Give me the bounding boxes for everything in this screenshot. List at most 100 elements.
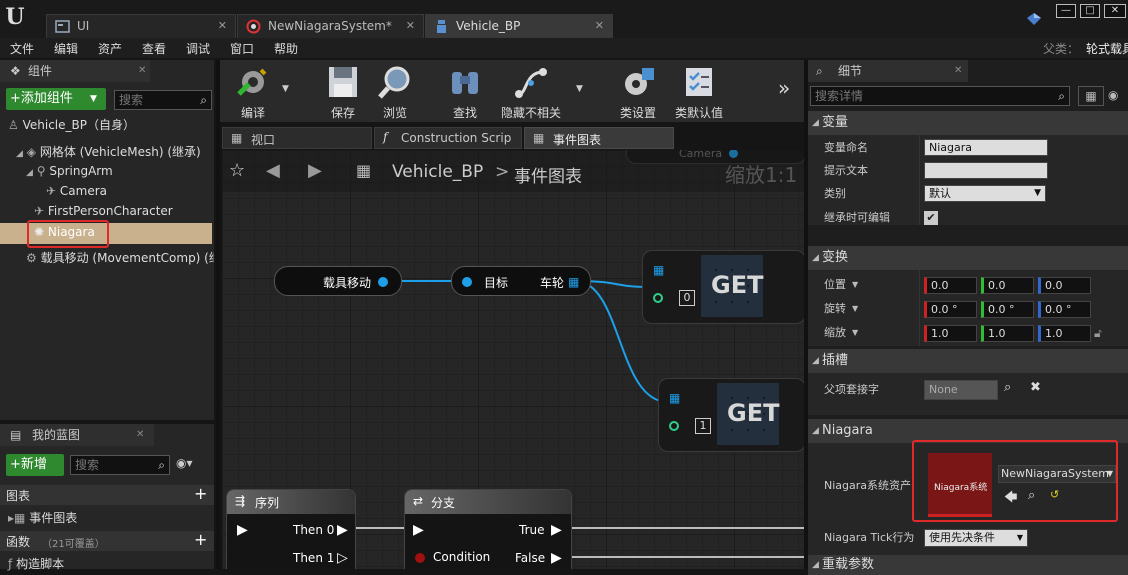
vehicle-movement-node[interactable]: 载具移动 — [274, 266, 402, 296]
scale-z-input[interactable]: 1.0 — [1038, 325, 1091, 342]
minimize-button[interactable]: — — [1056, 4, 1076, 18]
parent-socket-input[interactable]: None — [924, 380, 998, 400]
close-window-button[interactable]: ✕ — [1104, 4, 1126, 18]
get-node-0[interactable]: GET ▦ 0 — [642, 250, 806, 324]
breadcrumb-blueprint[interactable]: Vehicle_BP — [392, 162, 483, 182]
index-pin[interactable] — [653, 293, 663, 303]
self-item[interactable]: ♙ Vehicle_BP（自身） — [8, 115, 208, 135]
category-dropdown[interactable]: 默认 ▼ — [924, 185, 1046, 202]
hide-unrelated-button[interactable]: 隐藏不相关 — [496, 64, 566, 121]
details-search-input[interactable]: 搜索详情 ⌕ — [810, 86, 1070, 106]
class-defaults-button[interactable]: 类默认值 — [672, 64, 726, 121]
exec-in-pin[interactable]: ▶ — [413, 522, 424, 538]
class-settings-button[interactable]: 类设置 — [612, 64, 664, 121]
array-input-pin-icon[interactable]: ▦ — [653, 263, 664, 277]
close-icon[interactable]: ✕ — [954, 60, 962, 82]
right-splitter[interactable] — [804, 60, 808, 569]
index-input-0[interactable]: 0 — [679, 290, 695, 306]
close-icon[interactable]: ✕ — [218, 15, 227, 37]
wheels-getter-node[interactable]: 目标 车轮 ▦ — [451, 266, 591, 296]
transform-section[interactable]: ◢ 变换 — [808, 246, 1128, 270]
star-icon[interactable]: ☆ — [229, 160, 245, 181]
index-pin[interactable] — [669, 421, 679, 431]
rotation-y-input[interactable]: 0.0 ° — [981, 301, 1034, 318]
rotation-z-input[interactable]: 0.0 ° — [1038, 301, 1091, 318]
scale-x-input[interactable]: 1.0 — [924, 325, 977, 342]
tree-item-firstperson[interactable]: ✈ FirstPersonCharacter — [34, 201, 212, 221]
functions-section[interactable]: 函数 （21可覆盖） + — [0, 530, 214, 551]
forward-arrow-icon[interactable]: ▶ — [308, 160, 322, 181]
compile-options-chevron-icon[interactable]: ▼ — [282, 84, 289, 94]
scale-label[interactable]: 缩放 — [824, 321, 846, 344]
rotation-x-input[interactable]: 0.0 ° — [924, 301, 977, 318]
left-splitter[interactable] — [216, 60, 220, 569]
tab-vehicle-bp[interactable]: Vehicle_BP ✕ — [425, 14, 613, 38]
hide-unrelated-chevron-icon[interactable]: ▼ — [576, 84, 583, 94]
toolbar-overflow-chevron-icon[interactable]: » — [778, 76, 790, 100]
event-graph-item[interactable]: ▸▦ 事件图表 — [8, 508, 208, 528]
get-node-1[interactable]: GET ▦ 1 — [658, 378, 806, 452]
save-button[interactable]: 保存 — [320, 64, 366, 121]
tree-item-vehicle-mesh[interactable]: ◢ ◈ 网格体 (VehicleMesh) (继承) — [16, 142, 216, 162]
menu-edit[interactable]: 编辑 — [54, 40, 78, 57]
tooltip-input[interactable] — [924, 162, 1048, 179]
compile-button[interactable]: 编译 — [228, 64, 278, 121]
location-z-input[interactable]: 0.0 — [1038, 277, 1091, 294]
then0-pin[interactable]: ▶ — [337, 522, 348, 538]
menu-file[interactable]: 文件 — [10, 40, 34, 57]
construct-script-item[interactable]: ƒ 构造脚本 — [8, 554, 208, 574]
override-params-section[interactable]: ◢ 重载参数 — [808, 555, 1128, 575]
menu-help[interactable]: 帮助 — [274, 40, 298, 57]
var-name-input[interactable]: Niagara — [924, 139, 1048, 156]
graphs-section[interactable]: 图表 + — [0, 484, 214, 505]
source-control-icon[interactable] — [1026, 12, 1042, 26]
tab-ui[interactable]: UI ✕ — [46, 14, 236, 38]
close-icon[interactable]: ✕ — [595, 15, 604, 37]
tree-item-springarm[interactable]: ◢ ⚲ SpringArm — [26, 161, 206, 181]
breadcrumb-graph[interactable]: 事件图表 — [514, 162, 582, 187]
location-label[interactable]: 位置 — [824, 273, 846, 296]
back-arrow-icon[interactable]: ◀ — [266, 160, 280, 181]
branch-node[interactable]: ⇄ 分支 ▶ True ▶ Condition False ▶ — [404, 489, 572, 569]
components-search-input[interactable]: 搜索 ⌕ — [114, 90, 212, 110]
clear-icon[interactable]: ✖ — [1030, 380, 1041, 395]
condition-pin[interactable] — [415, 553, 425, 563]
location-y-input[interactable]: 0.0 — [981, 277, 1034, 294]
menu-view[interactable]: 查看 — [142, 40, 166, 57]
menu-debug[interactable]: 调试 — [186, 40, 210, 57]
find-button[interactable]: 查找 — [442, 64, 488, 121]
parent-class-value[interactable]: 轮式载具 — [1086, 40, 1128, 57]
niagara-tick-dropdown[interactable]: 使用先决条件 ▼ — [924, 529, 1028, 547]
add-graph-icon[interactable]: + — [194, 484, 207, 503]
event-graph-canvas[interactable]: Camera ☆ ◀ ▶ ▦ Vehicle_BP > 事件图表 缩放1:1 载… — [222, 150, 806, 569]
then1-pin[interactable]: ▷ — [337, 550, 348, 566]
sequence-node[interactable]: ⇶ 序列 ▶ Then 0 ▶ Then 1 ▷ — [226, 489, 356, 569]
editable-checkbox[interactable]: ✔ — [924, 211, 938, 225]
location-x-input[interactable]: 0.0 — [924, 277, 977, 294]
tab-niagara-system[interactable]: NewNiagaraSystem* ✕ — [237, 14, 424, 38]
add-new-button[interactable]: +新增 — [6, 454, 64, 476]
false-pin[interactable]: ▶ — [551, 550, 562, 566]
tab-viewport[interactable]: ▦ 视口 — [222, 127, 372, 149]
array-input-pin-icon[interactable]: ▦ — [669, 391, 680, 405]
close-icon[interactable]: ✕ — [136, 424, 144, 446]
tab-event-graph[interactable]: ▦ 事件图表 — [524, 127, 674, 149]
my-blueprint-search-input[interactable]: 搜索 ⌕ — [70, 455, 170, 475]
lock-icon[interactable]: 🔓︎ — [1094, 326, 1102, 341]
rotation-label[interactable]: 旋转 — [824, 297, 846, 320]
tree-item-movement[interactable]: ⚙ 载具移动 (MovementComp) (继承) — [26, 248, 214, 268]
socket-section[interactable]: ◢ 插槽 — [808, 349, 1128, 373]
tree-item-camera[interactable]: ✈ Camera — [46, 181, 206, 201]
array-pin-icon[interactable]: ▦ — [568, 275, 579, 289]
variable-section[interactable]: ◢ 变量 — [808, 111, 1128, 135]
exec-in-pin[interactable]: ▶ — [237, 522, 248, 538]
scale-y-input[interactable]: 1.0 — [981, 325, 1034, 342]
menu-window[interactable]: 窗口 — [230, 40, 254, 57]
search-icon[interactable]: ⌕ — [1004, 380, 1011, 395]
target-pin[interactable] — [462, 277, 472, 287]
menu-asset[interactable]: 资产 — [98, 40, 122, 57]
close-icon[interactable]: ✕ — [138, 60, 146, 82]
eye-icon[interactable]: ◉ — [1108, 88, 1118, 102]
eye-icon[interactable]: ◉▾ — [176, 456, 193, 470]
output-pin[interactable] — [378, 277, 388, 287]
